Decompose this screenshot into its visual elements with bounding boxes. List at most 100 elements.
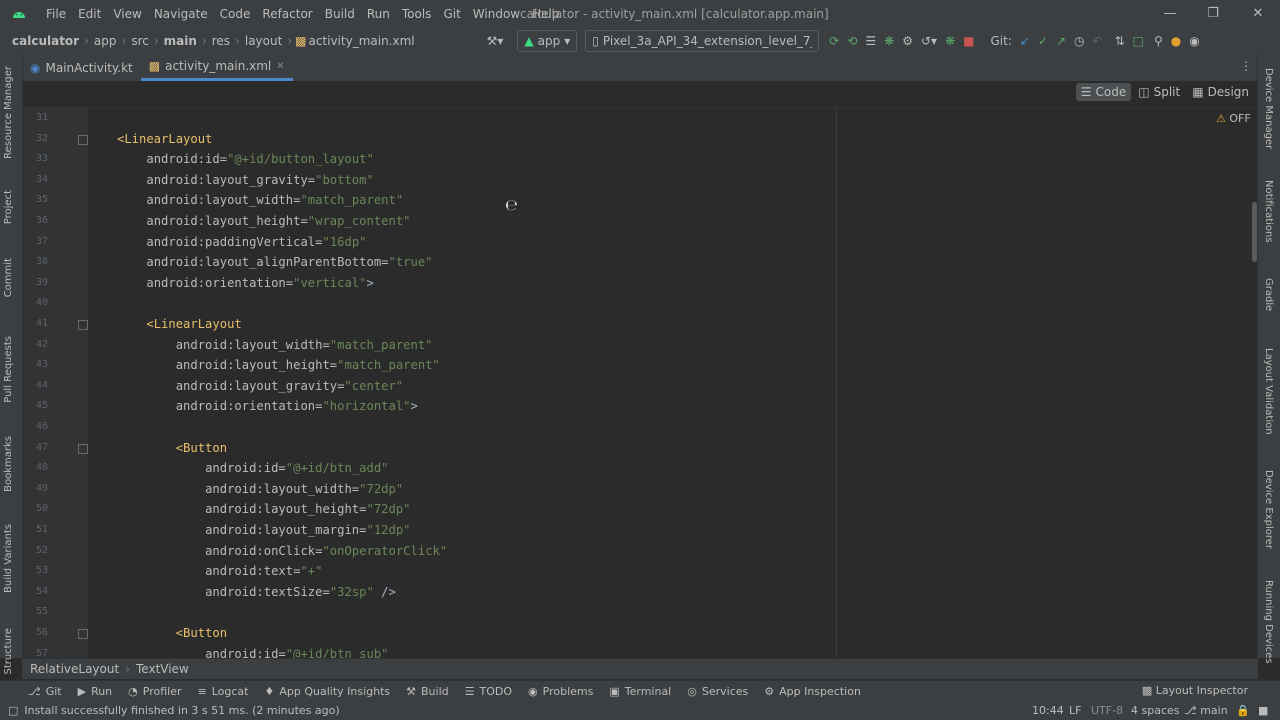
code-view-button[interactable]: ☰ Code bbox=[1075, 83, 1132, 101]
code-editor[interactable]: <LinearLayout android:id="@+id/button_la… bbox=[88, 107, 836, 658]
toolwindow-services[interactable]: ◎ Services bbox=[679, 685, 756, 698]
updates-icon[interactable]: ● bbox=[1171, 31, 1181, 51]
tool-gradle[interactable]: Gradle bbox=[1263, 278, 1274, 311]
git-update-icon[interactable]: ↙ bbox=[1020, 31, 1030, 51]
memory-icon[interactable]: ■ bbox=[1258, 701, 1268, 720]
crumb-textview[interactable]: TextView bbox=[136, 662, 189, 676]
fold-marker-icon[interactable] bbox=[78, 443, 88, 454]
tab-activity-main[interactable]: ▩ activity_main.xml ✕ bbox=[140, 54, 293, 81]
menu-window[interactable]: Window bbox=[467, 7, 526, 21]
profile-icon[interactable]: ⚙ bbox=[902, 31, 913, 51]
breadcrumb-item[interactable]: activity_main.xml bbox=[306, 34, 416, 48]
hammer-icon[interactable]: ⚒▾ bbox=[487, 31, 504, 51]
design-view-button[interactable]: ▦ Design bbox=[1187, 83, 1254, 101]
build-list-icon[interactable]: ☰ bbox=[865, 31, 876, 51]
apply-changes-icon[interactable]: ⟳ bbox=[829, 31, 839, 51]
menu-refactor[interactable]: Refactor bbox=[256, 7, 318, 21]
tool-project[interactable]: Project bbox=[3, 190, 14, 224]
tool-resource-manager[interactable]: Resource Manager bbox=[3, 66, 14, 159]
layout-inspector-button[interactable]: ▩ Layout Inspector bbox=[1142, 684, 1248, 697]
menu-run[interactable]: Run bbox=[361, 7, 396, 21]
status-toggle-icon[interactable]: □ bbox=[8, 704, 18, 717]
tool-device-manager[interactable]: Device Manager bbox=[1263, 68, 1274, 149]
menu-navigate[interactable]: Navigate bbox=[148, 7, 214, 21]
breadcrumb-item[interactable]: main bbox=[162, 34, 199, 48]
settings-icon[interactable]: ◉ bbox=[1189, 31, 1199, 51]
toolwindow-problems[interactable]: ◉ Problems bbox=[520, 685, 601, 698]
search-icon[interactable]: ⚲ bbox=[1154, 31, 1163, 51]
toolwindow-profiler[interactable]: ◔ Profiler bbox=[120, 685, 189, 698]
device-select[interactable]: ▯ Pixel_3a_API_34_extension_level_7_x86 bbox=[585, 30, 820, 52]
toolwindow-app-quality-insights[interactable]: ♦ App Quality Insights bbox=[256, 685, 398, 698]
split-view-button[interactable]: ◫ Split bbox=[1133, 83, 1185, 101]
breadcrumb-separator: › bbox=[287, 34, 293, 48]
run-config-select[interactable]: ▲ app ▾ bbox=[517, 30, 578, 52]
tool-pull-requests[interactable]: Pull Requests bbox=[3, 336, 14, 403]
toolwindow-run[interactable]: ▶ Run bbox=[70, 685, 121, 698]
emulator-icon[interactable]: □ bbox=[1133, 31, 1144, 51]
editor-scrollbar[interactable] bbox=[1252, 202, 1257, 262]
menu-build[interactable]: Build bbox=[319, 7, 361, 21]
tool-structure[interactable]: Structure bbox=[3, 628, 14, 675]
toolwindow-app-inspection[interactable]: ⚙ App Inspection bbox=[756, 685, 869, 698]
attach-debugger-icon[interactable]: ↺▾ bbox=[921, 31, 937, 51]
toolwindow-todo[interactable]: ☰ TODO bbox=[457, 685, 520, 698]
toolwindow-logcat[interactable]: ≡ Logcat bbox=[190, 685, 257, 698]
breadcrumb-item[interactable]: res bbox=[210, 34, 232, 48]
device-manager-icon[interactable]: ❋ bbox=[945, 31, 955, 51]
inspection-status[interactable]: ⚠ OFF bbox=[1216, 112, 1251, 125]
tab-mainactivity[interactable]: ◉ MainActivity.kt bbox=[22, 54, 141, 81]
tool-bookmarks[interactable]: Bookmarks bbox=[3, 436, 14, 492]
line-number: 32 bbox=[35, 132, 48, 144]
fold-marker-icon[interactable] bbox=[78, 134, 88, 145]
tool-running-devices[interactable]: Running Devices bbox=[1263, 580, 1274, 664]
tool-layout-validation[interactable]: Layout Validation bbox=[1263, 348, 1274, 435]
crumb-relativelayout[interactable]: RelativeLayout bbox=[30, 662, 119, 676]
more-options-icon[interactable]: ⋮ bbox=[1240, 59, 1252, 73]
toolwindow-build[interactable]: ⚒ Build bbox=[398, 685, 457, 698]
git-commit-icon[interactable]: ✓ bbox=[1038, 31, 1048, 51]
menu-file[interactable]: File bbox=[40, 7, 72, 21]
sdk-manager-icon[interactable]: ⇅ bbox=[1115, 31, 1125, 51]
menu-tools[interactable]: Tools bbox=[396, 7, 438, 21]
menu-code[interactable]: Code bbox=[214, 7, 257, 21]
tool-build-variants[interactable]: Build Variants bbox=[3, 524, 14, 593]
breadcrumb-item[interactable]: layout bbox=[243, 34, 284, 48]
fold-marker-icon[interactable] bbox=[78, 629, 88, 639]
fold-marker-icon[interactable] bbox=[78, 320, 88, 330]
toolwindow-git[interactable]: ⎇ Git bbox=[20, 685, 70, 698]
tool-device-explorer[interactable]: Device Explorer bbox=[1263, 470, 1274, 549]
file-encoding[interactable]: UTF-8 bbox=[1091, 701, 1123, 720]
app-quality-insights-icon: ♦ bbox=[264, 685, 275, 698]
history-icon[interactable]: ◷ bbox=[1074, 31, 1084, 51]
breadcrumb-item[interactable]: calculator bbox=[10, 34, 81, 48]
toolwindow-terminal[interactable]: ▣ Terminal bbox=[601, 685, 679, 698]
minimize-icon[interactable]: — bbox=[1160, 4, 1180, 24]
restore-icon[interactable]: ❐ bbox=[1203, 4, 1223, 24]
breadcrumb-item[interactable]: src bbox=[129, 34, 151, 48]
code-attr: android:layout_height= bbox=[146, 214, 308, 228]
close-icon[interactable]: ✕ bbox=[1248, 4, 1268, 24]
rollback-icon[interactable]: ↶ bbox=[1093, 31, 1103, 51]
menu-git[interactable]: Git bbox=[437, 7, 466, 21]
code-tail: > bbox=[410, 399, 418, 414]
close-tab-icon[interactable]: ✕ bbox=[276, 61, 284, 72]
branch-widget[interactable]: ⎇ main bbox=[1184, 701, 1228, 720]
git-push-icon[interactable]: ↗ bbox=[1056, 31, 1066, 51]
debug-icon[interactable]: ❋ bbox=[884, 31, 894, 51]
tab-label: MainActivity.kt bbox=[45, 60, 133, 75]
code-val: "vertical" bbox=[293, 275, 367, 290]
caret-position[interactable]: 10:44 bbox=[1032, 701, 1064, 720]
tool-notifications[interactable]: Notifications bbox=[1263, 180, 1274, 243]
menu-edit[interactable]: Edit bbox=[72, 7, 107, 21]
tool-commit[interactable]: Commit bbox=[3, 258, 14, 297]
menu-view[interactable]: View bbox=[107, 7, 147, 21]
lock-icon[interactable]: 🔒 bbox=[1236, 701, 1250, 720]
stop-icon[interactable]: ■ bbox=[963, 31, 974, 51]
code-line: android:layout_gravity="center" bbox=[117, 376, 403, 396]
indent-setting[interactable]: 4 spaces bbox=[1131, 701, 1180, 720]
apply-code-changes-icon[interactable]: ⟲ bbox=[847, 31, 857, 51]
breadcrumb-item[interactable]: app bbox=[92, 34, 119, 48]
line-separator[interactable]: LF bbox=[1069, 701, 1081, 720]
